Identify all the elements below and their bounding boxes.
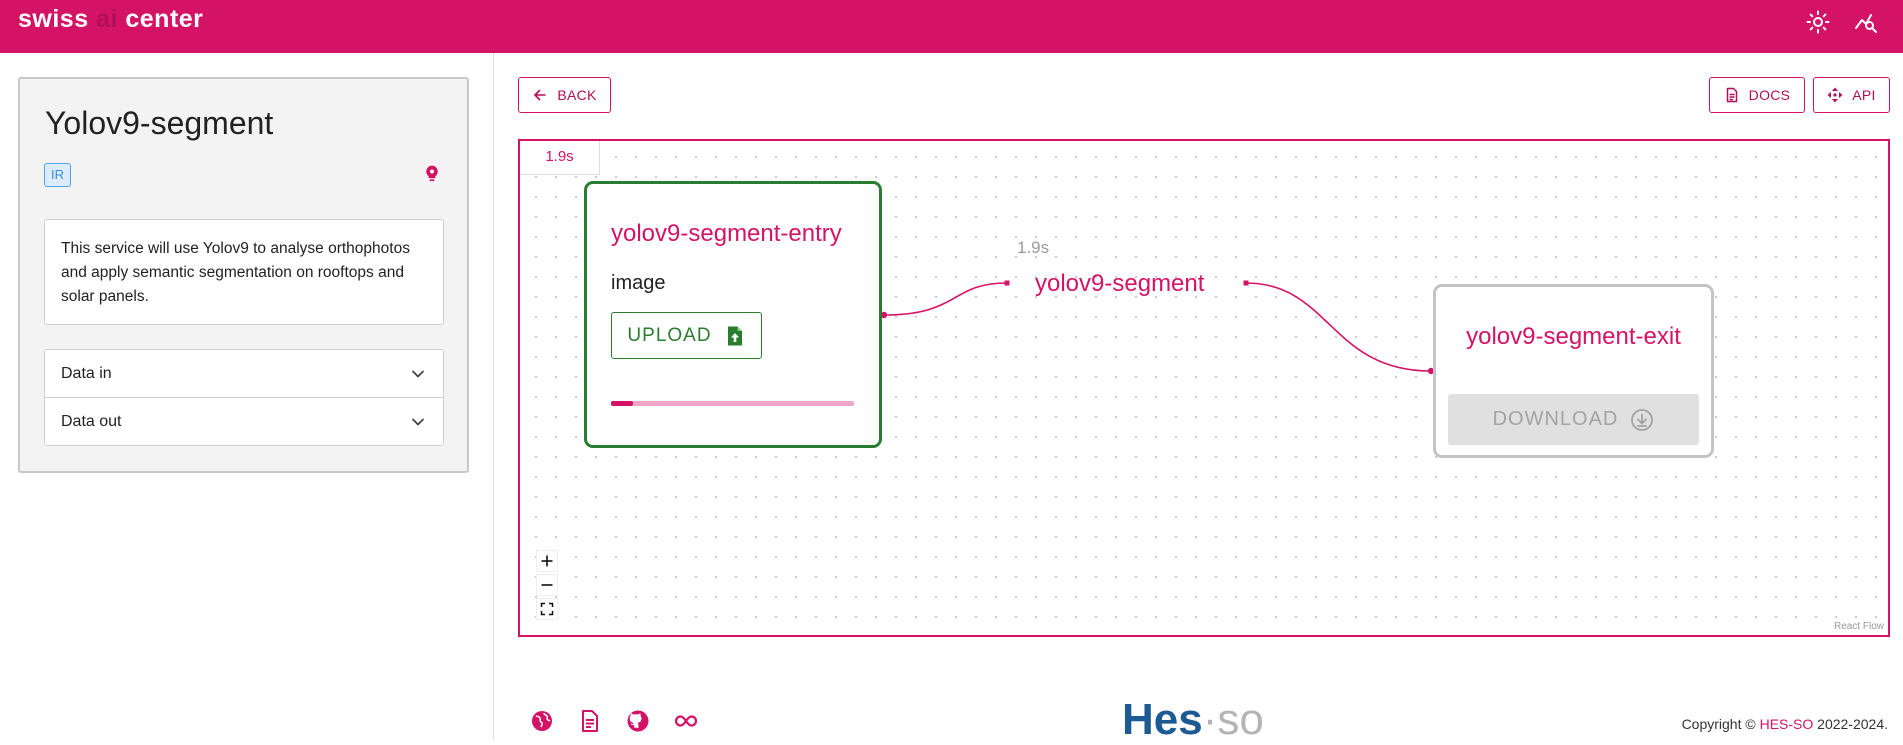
plus-icon	[541, 555, 553, 567]
brand-text-ai: ai	[96, 5, 118, 33]
brand-text-swiss: swiss	[18, 5, 97, 33]
entry-input-label: image	[611, 272, 666, 294]
handle-segment-in	[1004, 280, 1010, 286]
exit-node[interactable]: yolov9-segment-exit DOWNLOAD	[1433, 284, 1714, 458]
accordion-data-out[interactable]: Data out	[44, 397, 444, 446]
edge-entry-to-segment	[883, 282, 1008, 316]
zoom-in-button[interactable]	[536, 550, 558, 572]
logo-text-so: ·so	[1202, 695, 1264, 744]
theme-toggle-icon[interactable]	[1806, 10, 1830, 34]
download-label: DOWNLOAD	[1492, 408, 1619, 430]
segment-node-title[interactable]: yolov9-segment	[1035, 270, 1204, 298]
infinity-icon[interactable]	[674, 709, 698, 733]
arrow-left-icon	[534, 89, 547, 101]
api-label: API	[1852, 87, 1876, 103]
upload-button[interactable]: UPLOAD	[611, 312, 762, 359]
service-description: This service will use Yolov9 to analyse …	[44, 219, 444, 325]
back-button[interactable]: BACK	[518, 77, 611, 113]
lightbulb-icon[interactable]	[422, 164, 442, 184]
brand-logo[interactable]: swiss ai center	[18, 5, 203, 34]
download-button[interactable]: DOWNLOAD	[1448, 394, 1699, 445]
edge-segment-to-exit	[1245, 282, 1432, 372]
service-title: Yolov9-segment	[45, 105, 274, 141]
accordion-data-in[interactable]: Data in	[44, 349, 444, 398]
upload-progress-fill	[611, 401, 633, 406]
service-tag: IR	[44, 163, 71, 187]
entry-node[interactable]: yolov9-segment-entry image UPLOAD	[584, 181, 882, 448]
copyright: Copyright © HES-SO 2022-2024.	[1682, 716, 1888, 732]
back-label: BACK	[557, 87, 597, 103]
fit-view-button[interactable]	[536, 598, 558, 620]
handle-segment-out	[1243, 280, 1249, 286]
segment-time: 1.9s	[1017, 238, 1050, 257]
stats-icon[interactable]	[1854, 10, 1878, 34]
copyright-link[interactable]: HES-SO	[1760, 716, 1814, 732]
docs-button[interactable]: DOCS	[1709, 77, 1805, 113]
globe-icon[interactable]	[530, 709, 554, 733]
accordion-label: Data out	[61, 413, 122, 430]
chevron-down-icon	[412, 418, 424, 426]
copyright-suffix: 2022-2024.	[1813, 716, 1888, 732]
upload-label: UPLOAD	[627, 324, 712, 346]
move-arrows-icon	[1827, 87, 1843, 103]
hes-so-logo[interactable]: Hes·so	[1122, 695, 1264, 745]
brand-text-center: center	[117, 5, 204, 33]
minus-icon	[541, 584, 553, 586]
download-circle-icon	[1631, 408, 1654, 431]
chevron-down-icon	[412, 370, 424, 378]
github-icon[interactable]	[626, 709, 650, 733]
fit-view-icon	[540, 602, 554, 616]
accordion-label: Data in	[61, 365, 112, 382]
panel-divider	[493, 53, 494, 740]
zoom-out-button[interactable]	[536, 574, 558, 596]
exit-node-title: yolov9-segment-exit	[1466, 323, 1681, 350]
top-bar: swiss ai center	[0, 0, 1903, 53]
service-card: Yolov9-segment IR This service will use …	[18, 77, 469, 473]
document-icon[interactable]	[578, 709, 602, 733]
entry-node-title: yolov9-segment-entry	[611, 220, 842, 247]
logo-text-hes: Hes	[1122, 695, 1203, 744]
flow-canvas[interactable]: 1.9s yolov9-segment-entry image UPLOAD 1…	[518, 139, 1890, 637]
copyright-prefix: Copyright ©	[1681, 716, 1760, 732]
api-button[interactable]: API	[1813, 77, 1890, 113]
react-flow-attribution[interactable]: React Flow	[1834, 621, 1884, 632]
upload-progress-bar	[611, 401, 854, 406]
document-icon	[1726, 87, 1737, 103]
file-upload-icon	[727, 326, 742, 345]
docs-label: DOCS	[1748, 87, 1791, 103]
